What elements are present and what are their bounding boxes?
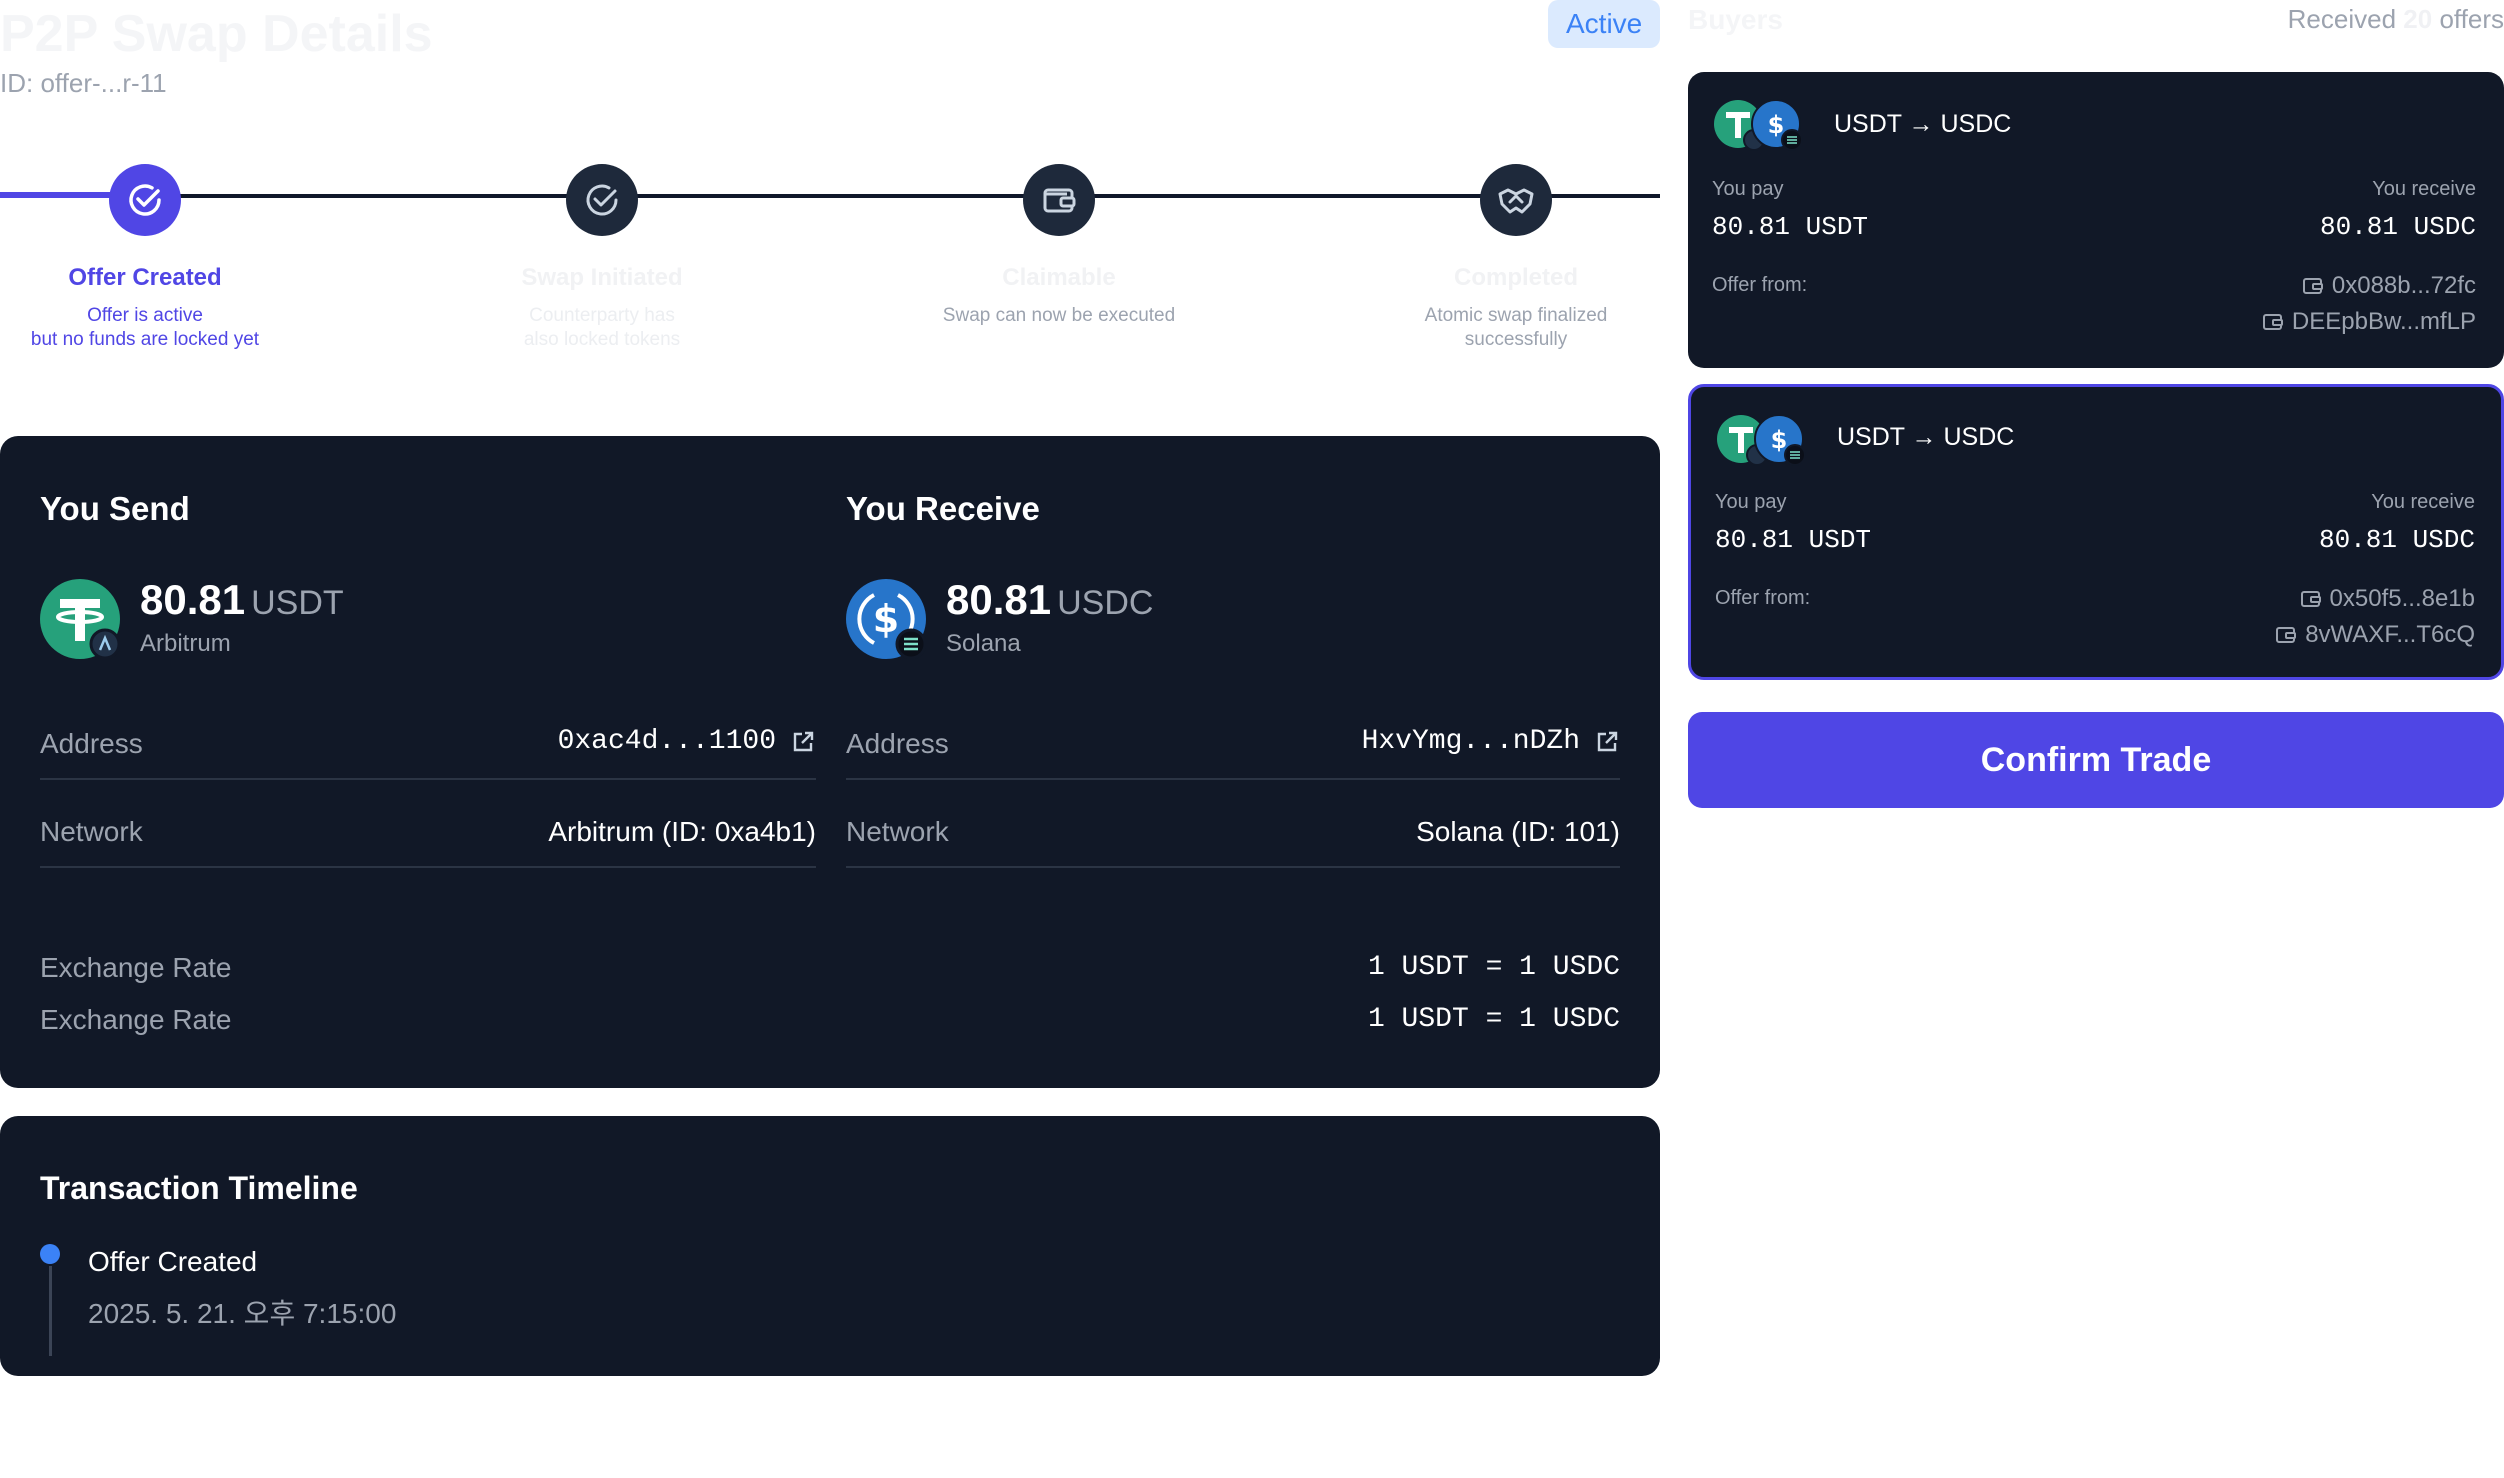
offer-address-2: DEEpbBw...mfLP [2262, 308, 2476, 336]
receive-network: Solana (ID: 101) [1416, 816, 1620, 847]
send-address-label: Address [40, 728, 143, 759]
receive-chain: Solana [946, 630, 1021, 657]
divider [40, 866, 816, 868]
step-label: Completed [1453, 264, 1578, 291]
offer-receive-amount: 80.81 USDC [2319, 212, 2476, 242]
divider [846, 778, 1620, 780]
send-chain: Arbitrum [140, 630, 231, 657]
receive-token: USDC [1057, 584, 1154, 622]
exchange-rate-value: 1 USDT = 1 USDC [1367, 952, 1620, 983]
offer-id: ID: offer-...r-11 [0, 68, 167, 98]
you-receive-label: You receive [2372, 178, 2476, 200]
step-label: Offer Created [68, 264, 222, 291]
svg-text:$: $ [873, 597, 899, 641]
you-receive-label: You receive [2371, 491, 2475, 513]
you-send-title: You Send [40, 490, 190, 527]
timeline-line [49, 1266, 52, 1356]
receive-address: HxvYmg...nDZh [1361, 726, 1580, 757]
you-pay-label: You pay [1715, 491, 1787, 513]
timeline-title: Transaction Timeline [40, 1170, 358, 1206]
step-label: Swap Initiated [521, 264, 683, 291]
handshake-icon [1480, 164, 1552, 236]
status-badge: Active [1548, 0, 1661, 48]
offer-from-label: Offer from: [1712, 274, 1808, 296]
step-desc: Atomic swap finalized successfully [1424, 305, 1608, 350]
buyers-title: Buyers [1688, 4, 1783, 35]
offer-from-label: Offer from: [1715, 587, 1811, 609]
exchange-rate-label: Exchange Rate [40, 952, 232, 983]
timeline-event-time: 2025. 5. 21. 오후 7:15:00 [88, 1298, 397, 1329]
offer-address-2: 8vWAXF...T6cQ [2275, 621, 2475, 649]
step-label: Claimable [1002, 264, 1116, 291]
buyer-offer-card-selected[interactable]: $ USDT → USDC You pay You receive 80.81 … [1688, 384, 2504, 680]
usdc-token-icon: $ [846, 579, 927, 660]
buyer-offer-card[interactable]: $ USDT → USDC You pay You receive 80.81 … [1688, 72, 2504, 368]
send-amount: 80.81 [140, 576, 246, 623]
exchange-rate-value: 1 USDT = 1 USDC [1367, 1004, 1620, 1035]
swap-summary-card: You Send 80.81 USDT Arbitrum Address 0xac… [0, 436, 1660, 1088]
offer-pair: USDT → USDC [1834, 110, 2012, 138]
token-pair-icons: $ [1715, 413, 1811, 469]
you-receive-title: You Receive [846, 490, 1040, 527]
external-link-icon[interactable] [790, 729, 816, 755]
confirm-trade-button[interactable]: Confirm Trade [1688, 712, 2504, 808]
svg-text:$: $ [1768, 111, 1785, 139]
step-offer-created: Offer Created Offer is active but no fund… [0, 164, 355, 352]
token-pair-icons: $ [1712, 98, 1808, 154]
offer-address-1: 0x088b...72fc [2302, 272, 2476, 300]
wallet-icon [2275, 624, 2297, 646]
receive-amount: 80.81 [946, 576, 1052, 623]
receive-address-label: Address [846, 728, 949, 759]
send-network: Arbitrum (ID: 0xa4b1) [548, 816, 816, 847]
wallet-icon [1023, 164, 1095, 236]
you-pay-label: You pay [1712, 178, 1784, 200]
received-offers-count: Received 20 offers [2287, 4, 2504, 34]
receive-network-label: Network [846, 816, 949, 847]
step-completed: Completed Atomic swap finalized successfu… [1306, 164, 1726, 352]
step-swap-initiated: Swap Initiated Counterparty has also lock… [392, 164, 812, 352]
svg-text:$: $ [1771, 426, 1788, 454]
wallet-icon [2262, 311, 2284, 333]
send-token: USDT [251, 584, 344, 622]
transaction-timeline-card: Transaction Timeline Offer Created 2025.… [0, 1116, 1660, 1376]
step-desc: Offer is active but no funds are locked y… [30, 305, 260, 350]
send-network-label: Network [40, 816, 143, 847]
usdt-token-icon [40, 579, 121, 660]
step-desc: Swap can now be executed [942, 305, 1176, 326]
offer-receive-amount: 80.81 USDC [2318, 525, 2475, 555]
divider [846, 866, 1620, 868]
check-circle-icon [109, 164, 181, 236]
wallet-icon [2302, 275, 2324, 297]
step-claimable: Claimable Swap can now be executed [849, 164, 1269, 328]
exchange-rate-label: Exchange Rate [40, 1004, 232, 1035]
external-link-icon[interactable] [1594, 729, 1620, 755]
check-circle-icon [566, 164, 638, 236]
page-title: P2P Swap Details [0, 5, 433, 63]
offer-address-1: 0x50f5...8e1b [2300, 585, 2475, 613]
timeline-event-label: Offer Created [88, 1246, 258, 1277]
send-address: 0xac4d...1100 [557, 726, 776, 757]
timeline-dot [40, 1244, 60, 1264]
wallet-icon [2300, 588, 2322, 610]
offer-pay-amount: 80.81 USDT [1715, 525, 1872, 555]
step-desc: Counterparty has also locked tokens [523, 305, 681, 350]
divider [40, 778, 816, 780]
offer-pair: USDT → USDC [1837, 423, 2015, 451]
offer-pay-amount: 80.81 USDT [1712, 212, 1869, 242]
